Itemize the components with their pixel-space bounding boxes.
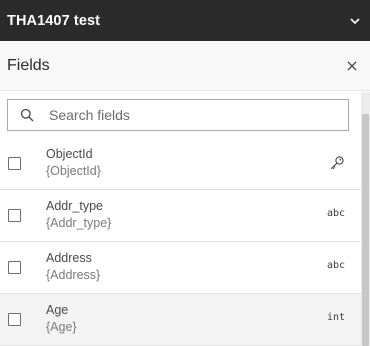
- field-type-badge: int: [326, 312, 345, 323]
- app-title: THA1407 test: [7, 12, 101, 29]
- app-header-bar[interactable]: THA1407 test: [0, 0, 370, 41]
- list-item-addr-type[interactable]: Addr_type {Addr_type} abc: [0, 190, 361, 242]
- list-item-objectid[interactable]: ObjectId {ObjectId}: [0, 138, 361, 190]
- field-name: Addr_type: [46, 199, 103, 213]
- scrollbar-thumb[interactable]: [362, 114, 369, 346]
- fields-panel-header: Fields: [0, 41, 370, 91]
- search-box: [7, 99, 349, 131]
- field-expression: {ObjectId}: [46, 164, 101, 178]
- field-expression: {Age}: [46, 320, 77, 334]
- search-icon: [20, 108, 34, 122]
- field-name: Address: [46, 251, 92, 265]
- field-expression: {Addr_type}: [46, 216, 112, 230]
- list-item-address[interactable]: Address {Address} abc: [0, 242, 361, 294]
- key-icon: [330, 156, 344, 170]
- field-type-badge: abc: [326, 260, 345, 271]
- list-item-age[interactable]: Age {Age} int: [0, 294, 361, 346]
- panel-title: Fields: [7, 56, 50, 74]
- fields-list: ObjectId {ObjectId} Addr_type {Addr_type…: [0, 138, 361, 346]
- checkbox[interactable]: [8, 261, 21, 274]
- chevron-down-icon[interactable]: [349, 15, 361, 27]
- field-expression: {Address}: [46, 268, 101, 282]
- checkbox[interactable]: [8, 209, 21, 222]
- checkbox[interactable]: [8, 157, 21, 170]
- field-name: ObjectId: [46, 147, 93, 161]
- checkbox[interactable]: [8, 313, 21, 326]
- close-icon[interactable]: [346, 60, 358, 72]
- field-name: Age: [46, 303, 69, 317]
- field-type-badge: abc: [326, 208, 345, 219]
- search-input[interactable]: [49, 107, 329, 123]
- scrollbar[interactable]: [361, 92, 370, 346]
- fields-list-panel: ObjectId {ObjectId} Addr_type {Addr_type…: [0, 92, 361, 346]
